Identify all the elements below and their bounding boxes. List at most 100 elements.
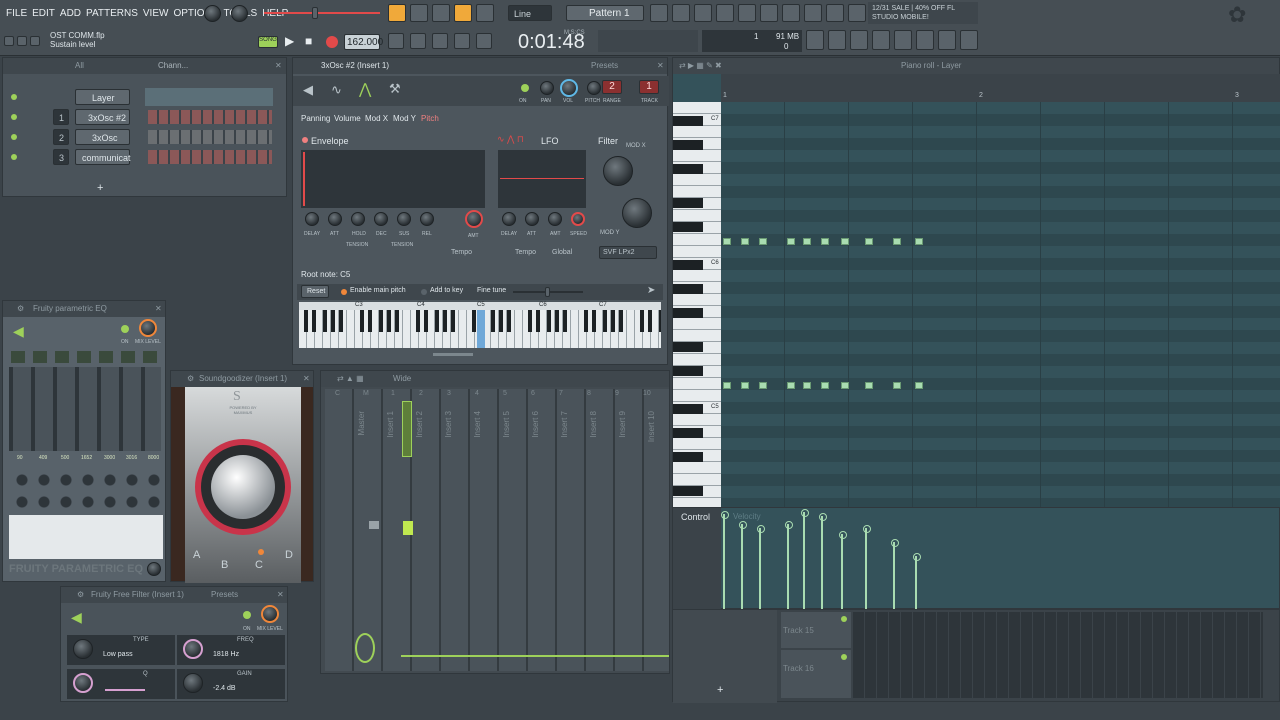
playlist-add-button[interactable]: +: [717, 684, 723, 696]
channel-name-button[interactable]: Layer: [75, 89, 130, 105]
mixer-track-label[interactable]: Insert 3: [444, 411, 453, 438]
master-fader-handle[interactable]: [369, 521, 379, 529]
news-panel[interactable]: 12/31 SALE | 40% OFF FL STUDIO MOBILE!: [868, 2, 978, 24]
channel-rack-icon[interactable]: [694, 4, 712, 22]
velocity-stem[interactable]: [913, 553, 921, 610]
range-display[interactable]: 2: [602, 80, 622, 94]
channel-number[interactable]: 2: [53, 129, 69, 145]
env-sus-knob[interactable]: [397, 212, 411, 226]
ff-speaker-icon[interactable]: ◀: [71, 609, 82, 626]
env-dec-knob[interactable]: [374, 212, 388, 226]
note[interactable]: [865, 382, 873, 389]
ff-freq-box[interactable]: FREQ 1818 Hz: [177, 635, 285, 665]
env-rel-knob[interactable]: [420, 212, 434, 226]
channel-name-button[interactable]: communicat: [75, 149, 131, 165]
blend-icon[interactable]: [454, 33, 470, 49]
free-filter-presets[interactable]: Presets: [211, 587, 238, 603]
enable-pitch-led[interactable]: [341, 289, 347, 295]
note[interactable]: [741, 238, 749, 245]
record-icon[interactable]: [326, 36, 338, 48]
mic-icon[interactable]: [872, 30, 890, 50]
velocity-stem[interactable]: [863, 525, 871, 610]
lfo-global-label[interactable]: Global: [552, 249, 572, 256]
note[interactable]: [803, 382, 811, 389]
lfo-delay-knob[interactable]: [502, 212, 516, 226]
osc-keyboard[interactable]: C3 C4 C5 C6 C7: [299, 302, 661, 348]
sg-mode-c[interactable]: C: [255, 559, 263, 571]
track-display[interactable]: 1: [639, 80, 659, 94]
minimize-icon[interactable]: [4, 36, 14, 46]
arrow-button[interactable]: [410, 4, 428, 22]
pan-knob[interactable]: [540, 81, 554, 95]
eq-response-graph[interactable]: [9, 515, 163, 559]
playlist-icon[interactable]: [650, 4, 668, 22]
master-volume-knob[interactable]: [204, 5, 221, 22]
track-16-led[interactable]: [841, 654, 847, 660]
wrench-icon[interactable]: ⚒: [389, 81, 401, 97]
countdown-icon[interactable]: [432, 33, 448, 49]
tab-volume[interactable]: Volume: [334, 114, 361, 123]
channel-led[interactable]: [11, 154, 17, 160]
save-icon[interactable]: [916, 30, 934, 50]
pattern-select[interactable]: Pattern 1: [566, 5, 644, 21]
help-icon[interactable]: [894, 30, 912, 50]
mixer-track-label[interactable]: Insert 6: [531, 411, 540, 438]
vol-knob[interactable]: [560, 79, 578, 97]
pr-ruler[interactable]: 1 2 3: [721, 74, 1280, 102]
midi-icon[interactable]: [938, 30, 956, 50]
master-pitch-knob[interactable]: [231, 5, 248, 22]
channel-number[interactable]: 3: [53, 149, 69, 165]
tuner-icon[interactable]: [850, 30, 868, 50]
sg-mode-b[interactable]: B: [221, 559, 228, 571]
step-sequencer[interactable]: [148, 130, 272, 144]
eq-faders[interactable]: [9, 367, 161, 451]
envelope-tab-icon[interactable]: ⋀: [359, 80, 371, 98]
refresh-icon[interactable]: [806, 30, 824, 50]
add-key-label[interactable]: Add to key: [430, 287, 463, 294]
velocity-stem[interactable]: [739, 521, 747, 610]
menu-file[interactable]: FILE: [6, 8, 27, 19]
master-slider-track[interactable]: [264, 12, 380, 14]
pitch-knob[interactable]: [587, 81, 601, 95]
velocity-stem[interactable]: [839, 531, 847, 610]
stop-icon[interactable]: ■: [305, 34, 312, 48]
metronome-icon[interactable]: [388, 33, 404, 49]
menu-patterns[interactable]: PATTERNS: [86, 8, 138, 19]
mixer-track-label[interactable]: Insert 4: [473, 411, 482, 438]
track-16-header[interactable]: Track 16: [781, 650, 851, 698]
channel-filter[interactable]: All: [75, 58, 84, 74]
browser-icon[interactable]: [738, 4, 756, 22]
note[interactable]: [915, 382, 923, 389]
note[interactable]: [893, 382, 901, 389]
record-tool-icon[interactable]: [826, 4, 844, 22]
sg-close-icon[interactable]: ✕: [303, 371, 310, 387]
osc-close-icon[interactable]: ✕: [657, 58, 664, 74]
env-att-knob[interactable]: [328, 212, 342, 226]
channel-led[interactable]: [11, 114, 17, 120]
ff-type-knob[interactable]: [73, 639, 93, 659]
eq-speaker-icon[interactable]: ◀: [13, 323, 24, 340]
link-button[interactable]: [454, 4, 472, 22]
lfo-graph[interactable]: [498, 150, 586, 208]
master-slider-handle[interactable]: [312, 7, 318, 19]
note[interactable]: [821, 382, 829, 389]
eq-close-icon[interactable]: ✕: [155, 301, 162, 317]
ff-mix-knob[interactable]: [261, 605, 279, 623]
playlist-grid[interactable]: [853, 612, 1263, 698]
sg-mode-d[interactable]: D: [285, 549, 293, 561]
note[interactable]: [893, 238, 901, 245]
piano-roll-icon[interactable]: [672, 4, 690, 22]
envelope-graph[interactable]: [301, 150, 485, 208]
step-sequencer[interactable]: [148, 110, 272, 124]
channel-number[interactable]: 1: [53, 109, 69, 125]
pr-notes-row-1[interactable]: [723, 238, 923, 246]
waveform-icon[interactable]: ∿: [331, 82, 342, 98]
eq-on-led[interactable]: [121, 325, 129, 333]
ff-freq-knob[interactable]: [183, 639, 203, 659]
mod-x-knob[interactable]: [603, 156, 633, 186]
ff-q-box[interactable]: Q: [67, 669, 175, 699]
time-display[interactable]: 0:01:48 M:S:CS: [500, 30, 590, 54]
note[interactable]: [915, 238, 923, 245]
note[interactable]: [759, 382, 767, 389]
velocity-stem[interactable]: [757, 525, 765, 610]
